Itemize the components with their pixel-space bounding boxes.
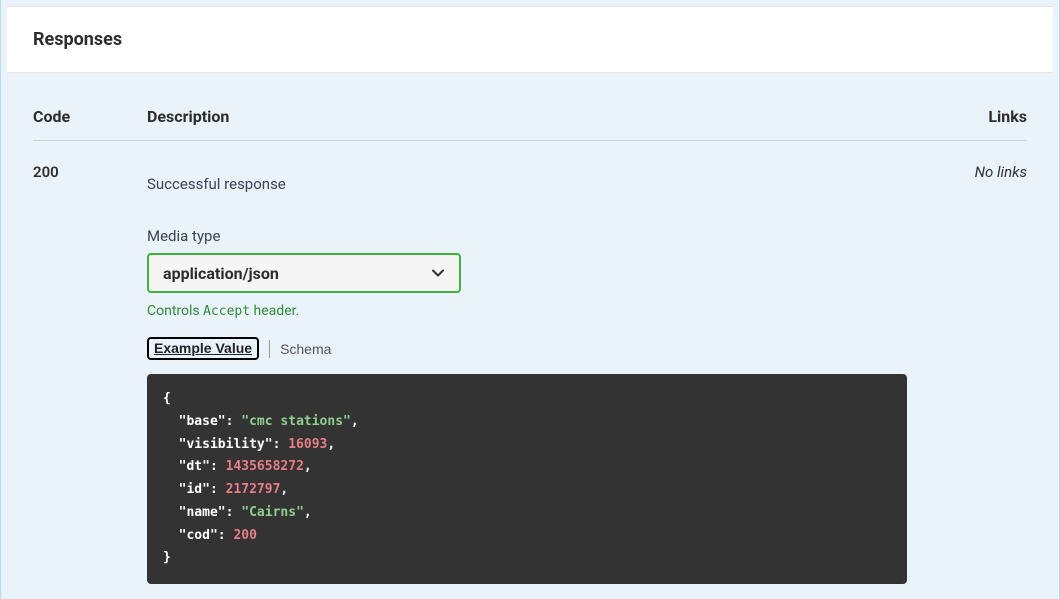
responses-body: Code Description Links 200 Successful re… xyxy=(7,73,1053,584)
example-schema-tabs: Example Value Schema xyxy=(147,337,907,360)
tab-schema[interactable]: Schema xyxy=(280,341,331,357)
responses-column-headers: Code Description Links xyxy=(33,73,1027,141)
column-header-code: Code xyxy=(33,107,147,140)
hint-code: Accept xyxy=(203,304,250,319)
chevron-down-icon xyxy=(431,266,445,280)
response-row: 200 Successful response Media type appli… xyxy=(33,141,1027,584)
response-links: No links xyxy=(907,163,1027,584)
hint-prefix: Controls xyxy=(147,303,203,319)
media-type-select[interactable]: application/json xyxy=(147,253,461,293)
column-header-links: Links xyxy=(907,107,1027,140)
response-description-cell: Successful response Media type applicati… xyxy=(147,163,907,584)
responses-header: Responses xyxy=(7,6,1053,73)
responses-panel: Responses Code Description Links 200 Suc… xyxy=(0,0,1060,599)
response-description: Successful response xyxy=(147,163,907,193)
example-value-block[interactable]: { "base": "cmc stations", "visibility": … xyxy=(147,374,907,584)
media-type-label: Media type xyxy=(147,227,907,245)
column-header-description: Description xyxy=(147,107,907,140)
hint-suffix: header. xyxy=(250,303,299,319)
accept-header-hint: Controls Accept header. xyxy=(147,303,907,319)
media-type-value: application/json xyxy=(163,264,431,283)
tab-example-value[interactable]: Example Value xyxy=(147,337,259,360)
tab-separator xyxy=(269,340,270,358)
response-code: 200 xyxy=(33,163,147,584)
responses-title: Responses xyxy=(33,29,1027,50)
